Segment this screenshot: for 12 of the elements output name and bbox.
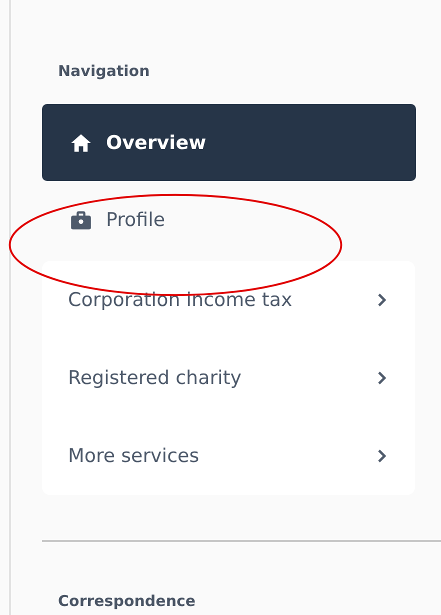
section-heading: Navigation: [58, 62, 151, 80]
home-icon: [70, 132, 92, 152]
nav-item[interactable]: Profile: [42, 181, 416, 258]
service-link[interactable]: Corporation income tax: [42, 261, 415, 339]
section-heading: Correspondence: [58, 592, 197, 610]
chevron-icon: [377, 293, 387, 307]
chevron-icon: [377, 449, 387, 463]
bag-icon: [70, 210, 92, 230]
nav-item[interactable]: Overview: [42, 104, 416, 181]
service-link[interactable]: More services: [42, 417, 415, 495]
service-link[interactable]: Registered charity: [42, 339, 415, 417]
chevron-icon: [377, 371, 387, 385]
